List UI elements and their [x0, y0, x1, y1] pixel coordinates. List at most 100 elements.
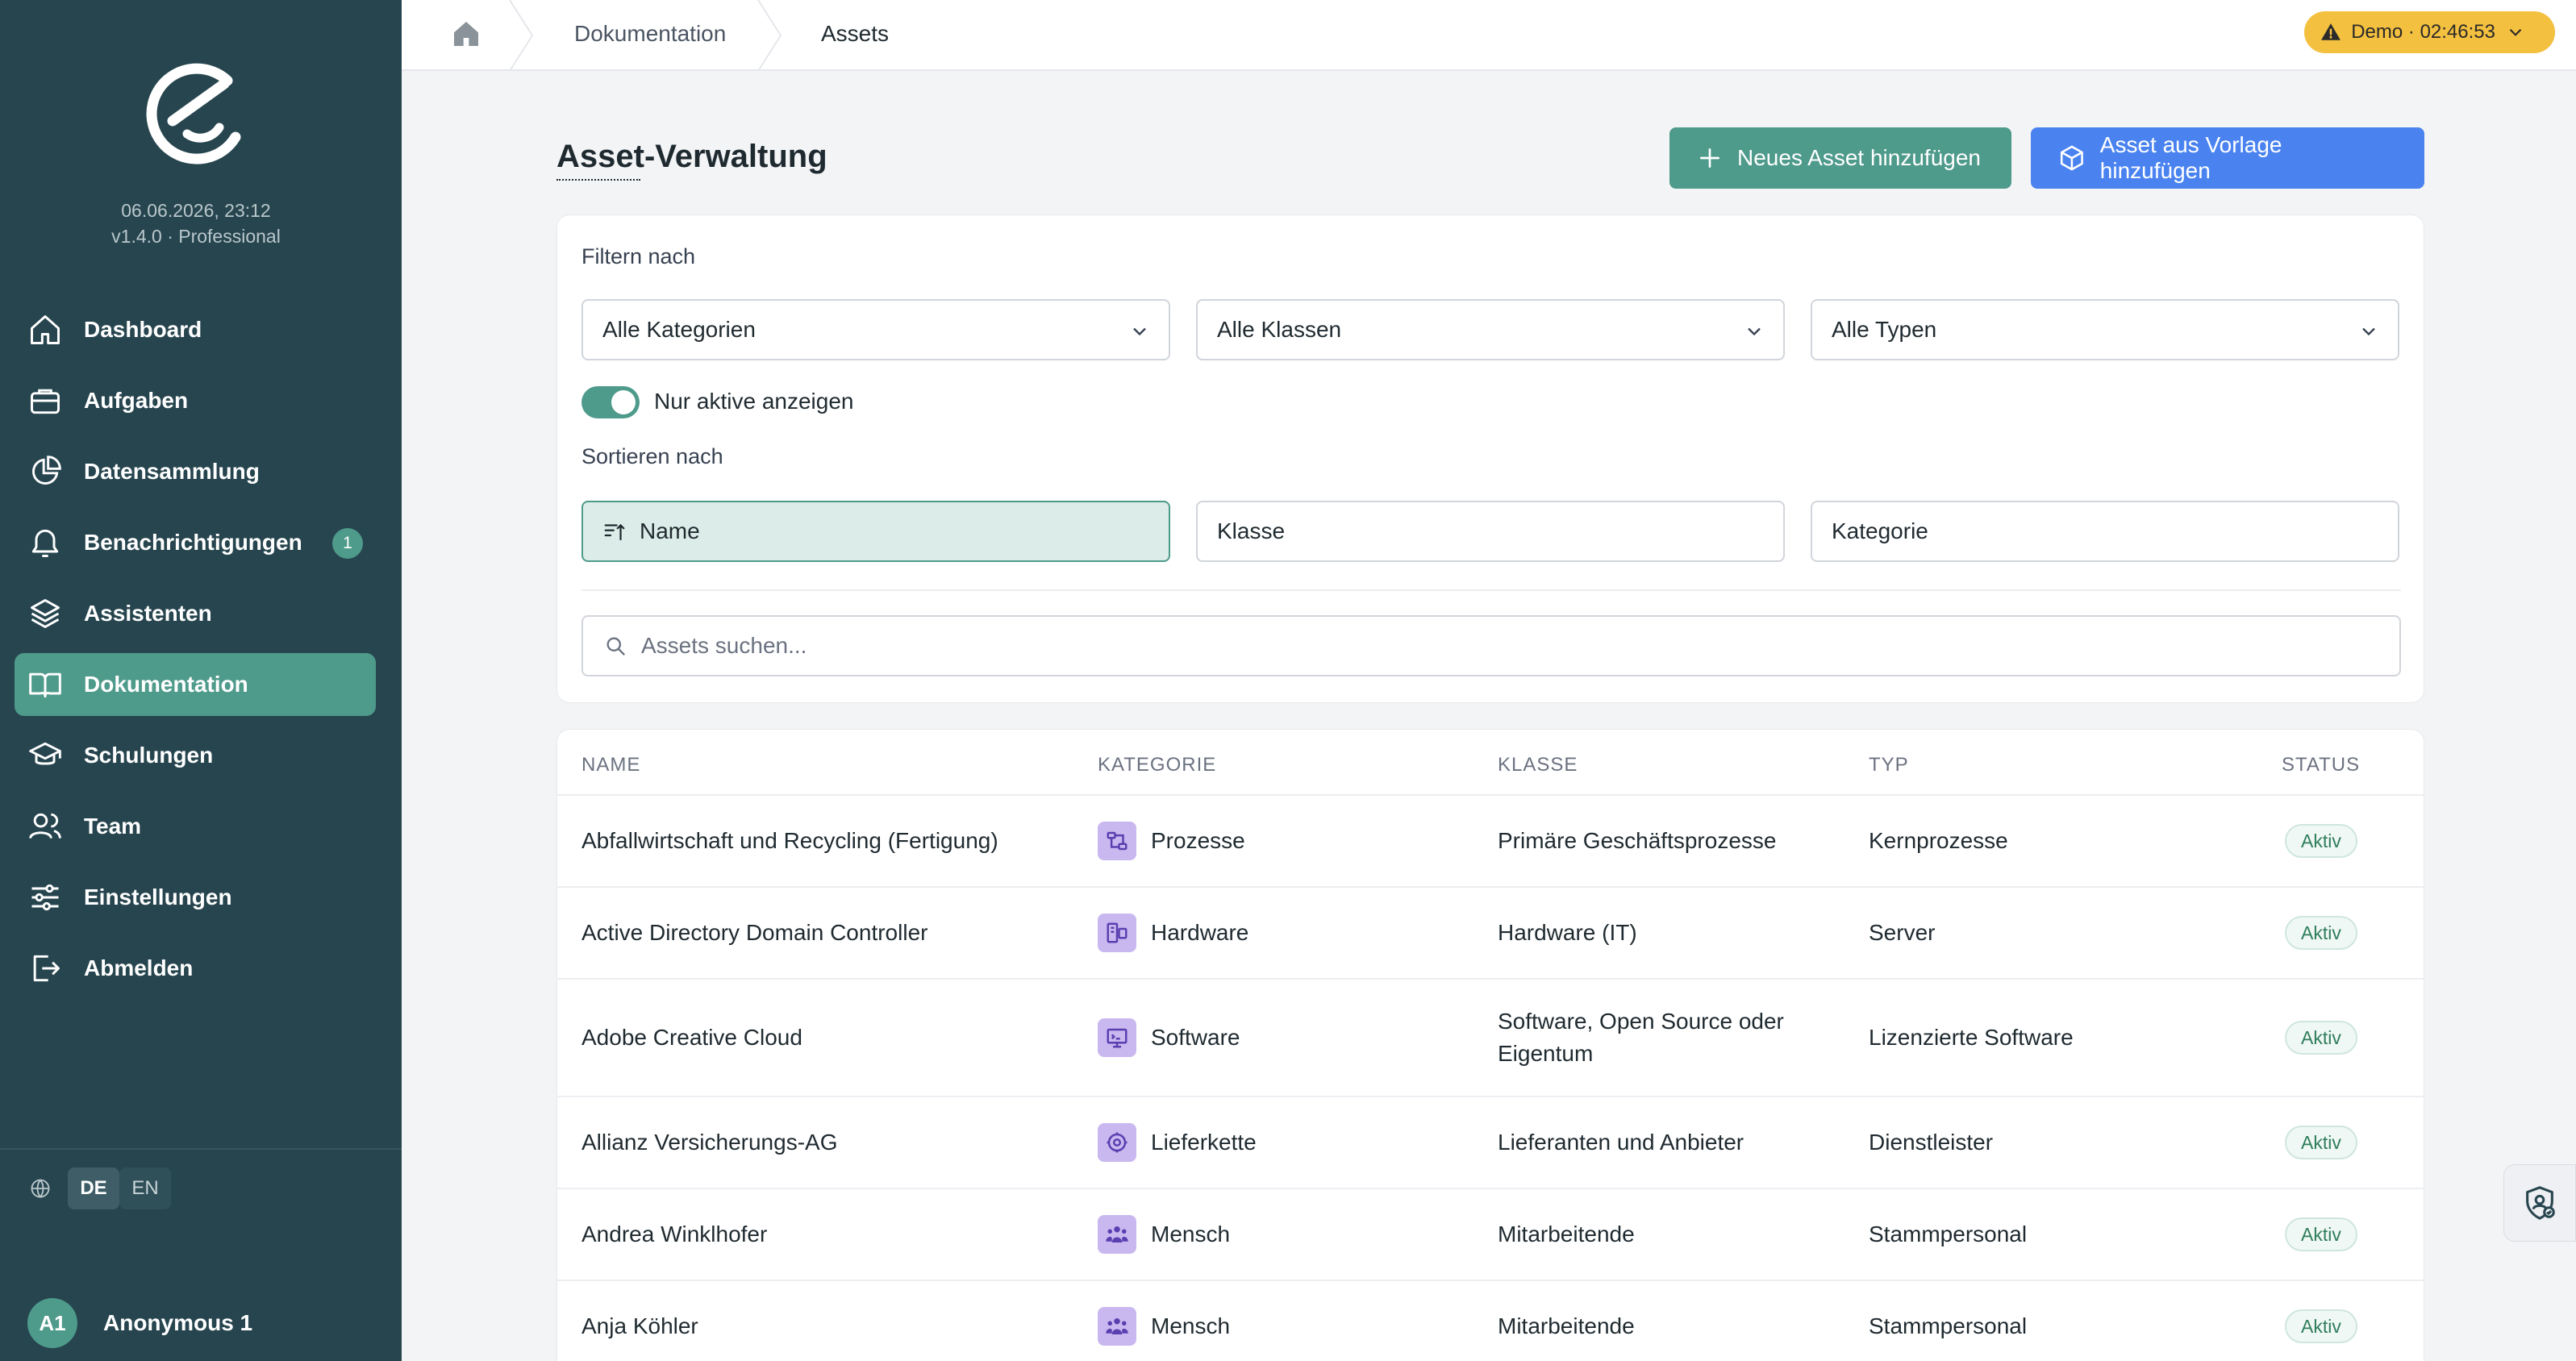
add-asset-from-template-button[interactable]: Asset aus Vorlage hinzufügen: [2031, 127, 2424, 189]
supply-chain-icon: [1098, 1123, 1136, 1162]
sidebar-item-dokumentation[interactable]: Dokumentation: [15, 653, 376, 716]
type-filter-select[interactable]: Alle Typen: [1811, 299, 2399, 360]
sidebar-item-label: Datensammlung: [84, 459, 260, 484]
demo-timer-badge[interactable]: Demo · 02:46:53: [2304, 11, 2555, 53]
home-icon: [31, 315, 60, 344]
asset-class: Lieferanten und Anbieter: [1498, 1130, 1744, 1155]
user-profile[interactable]: A1 Anonymous 1: [27, 1298, 252, 1348]
sidebar-item-label: Abmelden: [84, 955, 194, 980]
column-header-type[interactable]: TYP: [1869, 754, 1909, 776]
category-filter-select[interactable]: Alle Kategorien: [581, 299, 1170, 360]
software-icon: [1098, 1018, 1136, 1057]
breadcrumb-separator: [757, 0, 782, 71]
class-filter-value: Alle Klassen: [1217, 317, 1342, 342]
sort-option-label: Klasse: [1217, 518, 1286, 543]
people-icon: [1098, 1215, 1136, 1254]
filter-divider: [581, 589, 2401, 591]
column-header-name[interactable]: NAME: [581, 754, 640, 776]
chevron-down-icon: [2362, 327, 2375, 336]
sidebar-item-dashboard[interactable]: Dashboard: [15, 298, 376, 361]
asset-table: NAME KATEGORIE KLASSE TYP STATUS Abfallw…: [556, 729, 2424, 1361]
type-filter-value: Alle Typen: [1832, 317, 1937, 342]
asset-class: Primäre Geschäftsprozesse: [1498, 828, 1777, 853]
privacy-settings-button[interactable]: [2503, 1164, 2576, 1242]
column-header-class[interactable]: KLASSE: [1498, 754, 1578, 776]
book-icon: [29, 672, 61, 698]
status-badge: Aktiv: [2285, 916, 2357, 950]
sort-icon: [604, 523, 625, 541]
asset-category: Mensch: [1151, 1222, 1231, 1247]
sidebar-item-label: Einstellungen: [84, 884, 232, 909]
asset-search-input[interactable]: [641, 633, 2335, 659]
table-row[interactable]: Active Directory Domain Controller Hardw…: [557, 886, 2424, 978]
column-header-status[interactable]: STATUS: [2282, 754, 2360, 776]
sidebar-item-abmelden[interactable]: Abmelden: [15, 937, 376, 1000]
warning-icon: [2321, 23, 2341, 40]
demo-timer-text: Demo · 02:46:53: [2351, 21, 2495, 43]
asset-name: Andrea Winklhofer: [581, 1222, 768, 1247]
logout-icon: [33, 955, 60, 982]
sidebar-item-aufgaben[interactable]: Aufgaben: [15, 369, 376, 432]
sidebar-divider: [0, 1148, 402, 1150]
process-icon: [1098, 822, 1136, 860]
status-badge: Aktiv: [2285, 824, 2357, 858]
sidebar-item-benachrichtigungen[interactable]: Benachrichtigungen 1: [15, 511, 376, 574]
current-datetime: 06.06.2026, 23:12: [121, 200, 271, 221]
add-asset-button[interactable]: Neues Asset hinzufügen: [1669, 127, 2011, 189]
layers-icon: [31, 599, 60, 628]
sidebar-nav: Dashboard Aufgaben Datensammlung Benachr…: [15, 298, 376, 1008]
filter-label: Filtern nach: [581, 244, 696, 268]
language-de-button[interactable]: DE: [68, 1167, 119, 1209]
column-header-category[interactable]: KATEGORIE: [1098, 754, 1216, 776]
table-row[interactable]: Anja Köhler Mensch Mitarbeitende Stammpe…: [557, 1280, 2424, 1361]
sort-by-category-button[interactable]: Kategorie: [1811, 501, 2399, 562]
asset-category: Prozesse: [1151, 828, 1245, 853]
asset-name: Active Directory Domain Controller: [581, 920, 928, 945]
table-row[interactable]: Adobe Creative Cloud Software Software, …: [557, 978, 2424, 1096]
language-en-button[interactable]: EN: [119, 1167, 171, 1209]
sidebar-item-schulungen[interactable]: Schulungen: [15, 724, 376, 787]
notification-count-badge: 1: [332, 528, 363, 559]
asset-type: Stammpersonal: [1869, 1222, 2028, 1247]
breadcrumb-dokumentation[interactable]: Dokumentation: [574, 21, 726, 47]
chevron-down-icon: [1133, 327, 1146, 336]
chevron-down-icon: [1748, 327, 1761, 336]
table-row[interactable]: Allianz Versicherungs-AG Lieferkette Lie…: [557, 1096, 2424, 1188]
table-row[interactable]: Abfallwirtschaft und Recycling (Fertigun…: [557, 794, 2424, 886]
sidebar-item-label: Team: [84, 814, 142, 839]
sidebar-item-assistenten[interactable]: Assistenten: [15, 582, 376, 645]
sliders-icon: [31, 884, 59, 911]
asset-type: Server: [1869, 920, 1936, 945]
top-bar: Dokumentation Assets Demo · 02:46:53: [402, 0, 2576, 71]
asset-category: Hardware: [1151, 920, 1249, 945]
sidebar-item-einstellungen[interactable]: Einstellungen: [15, 866, 376, 929]
page-title-underline: [556, 179, 640, 181]
sort-by-name-button[interactable]: Name: [581, 501, 1170, 562]
active-only-toggle[interactable]: [581, 386, 640, 418]
sidebar-item-team[interactable]: Team: [15, 795, 376, 858]
class-filter-select[interactable]: Alle Klassen: [1196, 299, 1785, 360]
page-title: Asset-Verwaltung: [556, 139, 827, 174]
plus-icon: [1700, 148, 1719, 168]
table-row[interactable]: Andrea Winklhofer Mensch Mitarbeitende S…: [557, 1188, 2424, 1280]
briefcase-icon: [31, 389, 60, 414]
avatar: A1: [27, 1298, 77, 1348]
bell-icon: [31, 529, 59, 557]
sidebar-item-datensammlung[interactable]: Datensammlung: [15, 440, 376, 503]
breadcrumb-assets: Assets: [821, 21, 890, 46]
sort-by-class-button[interactable]: Klasse: [1196, 501, 1785, 562]
home-icon[interactable]: [450, 18, 482, 50]
sidebar-item-label: Assistenten: [84, 601, 212, 626]
asset-search-box[interactable]: [581, 615, 2401, 676]
globe-icon: [31, 1179, 50, 1198]
status-badge: Aktiv: [2285, 1126, 2357, 1159]
asset-category: Mensch: [1151, 1313, 1231, 1338]
asset-class: Hardware (IT): [1498, 920, 1637, 945]
sidebar-item-label: Benachrichtigungen: [84, 530, 302, 555]
asset-class: Software, Open Source oder Eigentum: [1498, 1009, 1784, 1066]
search-icon: [606, 637, 625, 656]
filter-card: Filtern nach Alle Kategorien Alle Klasse…: [556, 214, 2424, 703]
sort-option-label: Name: [640, 518, 700, 543]
asset-name: Adobe Creative Cloud: [581, 1025, 802, 1050]
sidebar-item-label: Aufgaben: [84, 388, 189, 413]
